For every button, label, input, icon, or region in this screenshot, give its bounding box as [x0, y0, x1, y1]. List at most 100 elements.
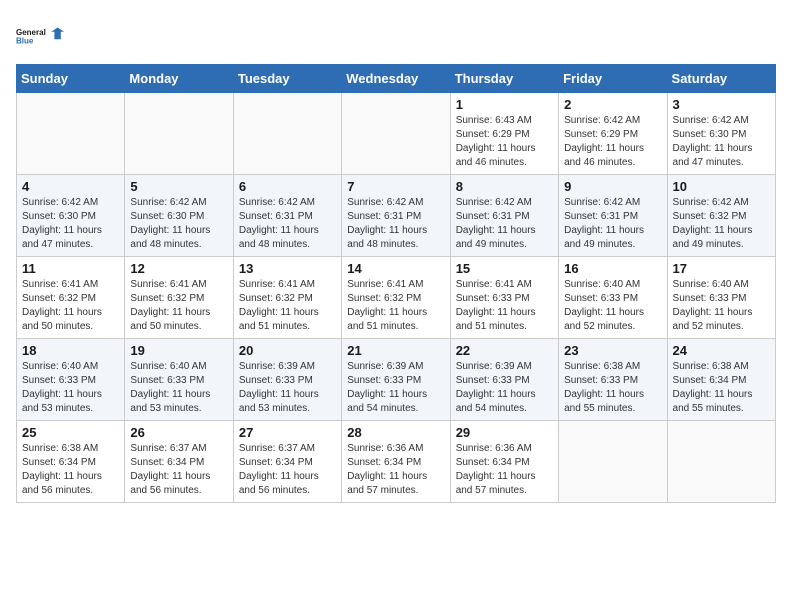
- day-number: 14: [347, 261, 444, 276]
- day-cell: 25 Sunrise: 6:38 AMSunset: 6:34 PMDayligh…: [17, 421, 125, 503]
- day-number: 15: [456, 261, 553, 276]
- day-number: 12: [130, 261, 227, 276]
- day-number: 11: [22, 261, 119, 276]
- day-cell: 3 Sunrise: 6:42 AMSunset: 6:30 PMDaylight…: [667, 93, 775, 175]
- calendar-table: SundayMondayTuesdayWednesdayThursdayFrid…: [16, 64, 776, 503]
- day-cell: 19Sunrise: 6:40 AMSunset: 6:33 PMDayligh…: [125, 339, 233, 421]
- day-number: 18: [22, 343, 119, 358]
- day-cell: 13 Sunrise: 6:41 AMSunset: 6:32 PMDayligh…: [233, 257, 341, 339]
- week-row-3: 11 Sunrise: 6:41 AMSunset: 6:32 PMDayligh…: [17, 257, 776, 339]
- day-number: 6: [239, 179, 336, 194]
- day-info: Sunrise: 6:40 AMSunset: 6:33 PMDaylight:…: [673, 278, 770, 334]
- day-number: 28: [347, 425, 444, 440]
- day-cell: 21 Sunrise: 6:39 AMSunset: 6:33 PMDayligh…: [342, 339, 450, 421]
- day-cell: 23Sunrise: 6:38 AMSunset: 6:33 PMDayligh…: [559, 339, 667, 421]
- header-cell-thursday: Thursday: [450, 65, 558, 93]
- day-number: 13: [239, 261, 336, 276]
- day-info: Sunrise: 6:42 AMSunset: 6:31 PMDaylight:…: [456, 196, 553, 252]
- day-info: Sunrise: 6:42 AMSunset: 6:31 PMDaylight:…: [564, 196, 661, 252]
- header-cell-wednesday: Wednesday: [342, 65, 450, 93]
- day-cell: 27 Sunrise: 6:37 AMSunset: 6:34 PMDayligh…: [233, 421, 341, 503]
- day-cell: 17 Sunrise: 6:40 AMSunset: 6:33 PMDayligh…: [667, 257, 775, 339]
- day-info: Sunrise: 6:40 AMSunset: 6:33 PMDaylight:…: [564, 278, 661, 334]
- day-cell: [559, 421, 667, 503]
- day-cell: 7 Sunrise: 6:42 AMSunset: 6:31 PMDaylight…: [342, 175, 450, 257]
- day-number: 21: [347, 343, 444, 358]
- header-row: SundayMondayTuesdayWednesdayThursdayFrid…: [17, 65, 776, 93]
- day-number: 20: [239, 343, 336, 358]
- day-info: Sunrise: 6:37 AMSunset: 6:34 PMDaylight:…: [239, 442, 336, 498]
- day-cell: 1 Sunrise: 6:43 AMSunset: 6:29 PMDaylight…: [450, 93, 558, 175]
- day-cell: 18 Sunrise: 6:40 AMSunset: 6:33 PMDayligh…: [17, 339, 125, 421]
- day-number: 29: [456, 425, 553, 440]
- day-info: Sunrise: 6:37 AMSunset: 6:34 PMDaylight:…: [130, 442, 227, 498]
- day-info: Sunrise: 6:38 AMSunset: 6:33 PMDaylight:…: [564, 360, 661, 416]
- day-cell: 20Sunrise: 6:39 AMSunset: 6:33 PMDayligh…: [233, 339, 341, 421]
- logo-svg: General Blue: [16, 16, 64, 56]
- day-cell: [342, 93, 450, 175]
- day-number: 22: [456, 343, 553, 358]
- day-info: Sunrise: 6:41 AMSunset: 6:32 PMDaylight:…: [22, 278, 119, 334]
- day-cell: 10Sunrise: 6:42 AMSunset: 6:32 PMDayligh…: [667, 175, 775, 257]
- day-info: Sunrise: 6:36 AMSunset: 6:34 PMDaylight:…: [456, 442, 553, 498]
- day-cell: 12 Sunrise: 6:41 AMSunset: 6:32 PMDayligh…: [125, 257, 233, 339]
- day-cell: 28 Sunrise: 6:36 AMSunset: 6:34 PMDayligh…: [342, 421, 450, 503]
- header-cell-tuesday: Tuesday: [233, 65, 341, 93]
- day-info: Sunrise: 6:42 AMSunset: 6:30 PMDaylight:…: [22, 196, 119, 252]
- week-row-4: 18 Sunrise: 6:40 AMSunset: 6:33 PMDayligh…: [17, 339, 776, 421]
- day-cell: [233, 93, 341, 175]
- day-info: Sunrise: 6:43 AMSunset: 6:29 PMDaylight:…: [456, 114, 553, 170]
- week-row-5: 25 Sunrise: 6:38 AMSunset: 6:34 PMDayligh…: [17, 421, 776, 503]
- day-cell: 8Sunrise: 6:42 AMSunset: 6:31 PMDaylight…: [450, 175, 558, 257]
- day-info: Sunrise: 6:41 AMSunset: 6:33 PMDaylight:…: [456, 278, 553, 334]
- day-cell: 22Sunrise: 6:39 AMSunset: 6:33 PMDayligh…: [450, 339, 558, 421]
- day-info: Sunrise: 6:42 AMSunset: 6:31 PMDaylight:…: [347, 196, 444, 252]
- header-cell-sunday: Sunday: [17, 65, 125, 93]
- day-info: Sunrise: 6:36 AMSunset: 6:34 PMDaylight:…: [347, 442, 444, 498]
- day-cell: 16 Sunrise: 6:40 AMSunset: 6:33 PMDayligh…: [559, 257, 667, 339]
- day-info: Sunrise: 6:41 AMSunset: 6:32 PMDaylight:…: [239, 278, 336, 334]
- day-cell: 15 Sunrise: 6:41 AMSunset: 6:33 PMDayligh…: [450, 257, 558, 339]
- day-info: Sunrise: 6:38 AMSunset: 6:34 PMDaylight:…: [673, 360, 770, 416]
- day-number: 7: [347, 179, 444, 194]
- day-number: 25: [22, 425, 119, 440]
- week-row-2: 4 Sunrise: 6:42 AMSunset: 6:30 PMDaylight…: [17, 175, 776, 257]
- day-number: 19: [130, 343, 227, 358]
- day-number: 27: [239, 425, 336, 440]
- header-cell-monday: Monday: [125, 65, 233, 93]
- day-number: 17: [673, 261, 770, 276]
- day-info: Sunrise: 6:42 AMSunset: 6:29 PMDaylight:…: [564, 114, 661, 170]
- day-info: Sunrise: 6:42 AMSunset: 6:32 PMDaylight:…: [673, 196, 770, 252]
- day-cell: [17, 93, 125, 175]
- day-number: 24: [673, 343, 770, 358]
- day-number: 16: [564, 261, 661, 276]
- day-cell: 24 Sunrise: 6:38 AMSunset: 6:34 PMDayligh…: [667, 339, 775, 421]
- header: General Blue: [16, 16, 776, 56]
- day-info: Sunrise: 6:41 AMSunset: 6:32 PMDaylight:…: [347, 278, 444, 334]
- svg-text:Blue: Blue: [16, 36, 34, 45]
- day-number: 1: [456, 97, 553, 112]
- day-cell: 5Sunrise: 6:42 AMSunset: 6:30 PMDaylight…: [125, 175, 233, 257]
- day-cell: [667, 421, 775, 503]
- day-cell: 14 Sunrise: 6:41 AMSunset: 6:32 PMDayligh…: [342, 257, 450, 339]
- day-info: Sunrise: 6:40 AMSunset: 6:33 PMDaylight:…: [22, 360, 119, 416]
- day-info: Sunrise: 6:38 AMSunset: 6:34 PMDaylight:…: [22, 442, 119, 498]
- logo: General Blue: [16, 16, 64, 56]
- day-cell: 11 Sunrise: 6:41 AMSunset: 6:32 PMDayligh…: [17, 257, 125, 339]
- day-info: Sunrise: 6:42 AMSunset: 6:30 PMDaylight:…: [673, 114, 770, 170]
- day-info: Sunrise: 6:41 AMSunset: 6:32 PMDaylight:…: [130, 278, 227, 334]
- day-cell: 26 Sunrise: 6:37 AMSunset: 6:34 PMDayligh…: [125, 421, 233, 503]
- day-cell: 2 Sunrise: 6:42 AMSunset: 6:29 PMDaylight…: [559, 93, 667, 175]
- day-number: 9: [564, 179, 661, 194]
- header-cell-friday: Friday: [559, 65, 667, 93]
- day-number: 4: [22, 179, 119, 194]
- header-cell-saturday: Saturday: [667, 65, 775, 93]
- day-number: 3: [673, 97, 770, 112]
- day-number: 26: [130, 425, 227, 440]
- day-info: Sunrise: 6:39 AMSunset: 6:33 PMDaylight:…: [347, 360, 444, 416]
- day-number: 2: [564, 97, 661, 112]
- day-cell: [125, 93, 233, 175]
- day-cell: 29 Sunrise: 6:36 AMSunset: 6:34 PMDayligh…: [450, 421, 558, 503]
- day-cell: 6Sunrise: 6:42 AMSunset: 6:31 PMDaylight…: [233, 175, 341, 257]
- svg-text:General: General: [16, 28, 46, 37]
